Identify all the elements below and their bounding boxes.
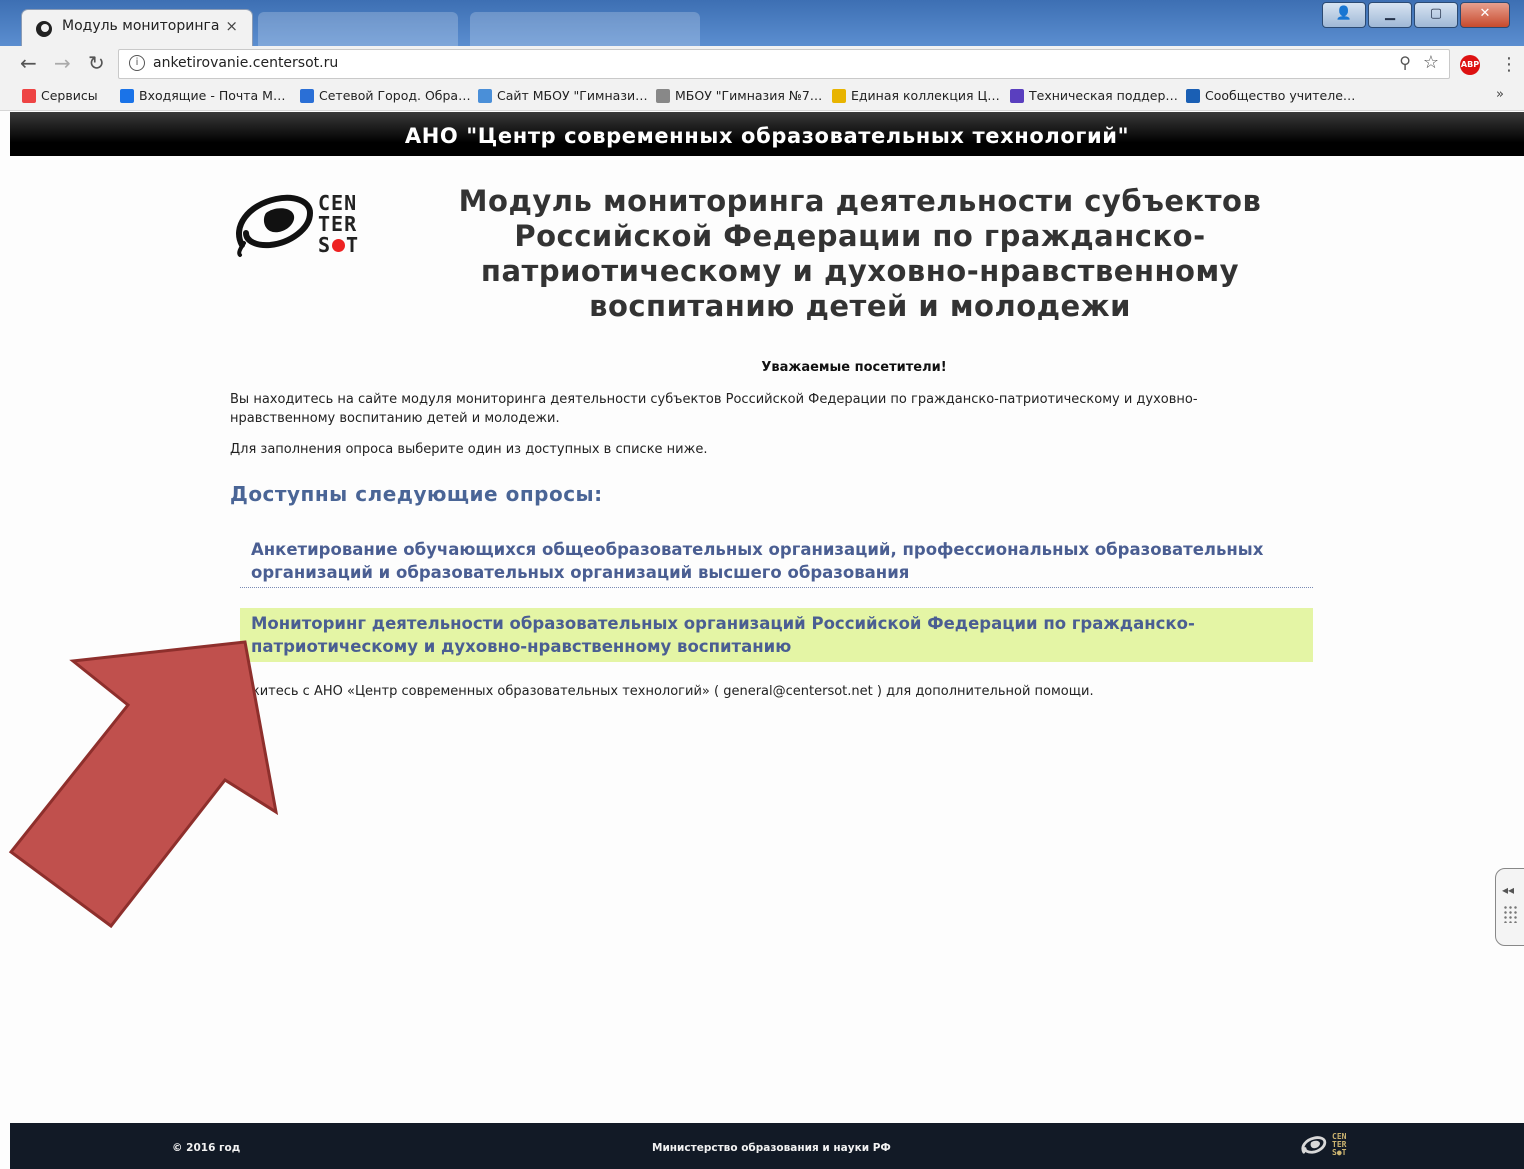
intro-paragraph: Вы находитесь на сайте модуля мониторинг… — [230, 392, 1198, 426]
browser-toolbar: ← → ↻ i anketirovanie.centersot.ru ⚲ ☆ A… — [0, 46, 1524, 82]
footer-logo-line-3: S●T — [1332, 1148, 1347, 1157]
logo-line-1: CEN — [318, 191, 358, 215]
page-title: Модуль мониторинга деятельности субъекто… — [458, 184, 1262, 323]
bookmark-label: Сервисы — [41, 88, 98, 103]
bookmark-item[interactable]: Единая коллекция Ц… — [832, 88, 1000, 103]
site-footer: © 2016 год Министерство образования и на… — [10, 1123, 1524, 1169]
help-text: житесь с АНО «Центр современных образова… — [248, 684, 1094, 699]
site-header: АНО "Центр современных образовательных т… — [10, 112, 1524, 156]
maximize-button[interactable]: ▢ — [1414, 2, 1458, 28]
bookmark-item[interactable]: Входящие - Почта М… — [120, 88, 285, 103]
back-icon[interactable]: ← — [20, 51, 37, 75]
tab-inactive[interactable] — [258, 12, 458, 46]
instruction-paragraph: Для заполнения опроса выберите один из д… — [230, 442, 708, 457]
grip-icon — [1503, 905, 1517, 923]
footer-logo-emblem-icon — [1301, 1136, 1327, 1154]
net-city-icon — [300, 88, 314, 103]
footer-copyright: © 2016 год — [172, 1142, 241, 1154]
logo-letter-s: S — [318, 233, 332, 257]
footer-logo-letter-s: S — [1332, 1148, 1337, 1157]
survey-link-students[interactable]: Анкетирование обучающихся общеобразовате… — [240, 538, 1313, 588]
logo-line-2: TER — [318, 212, 358, 236]
apps-grid-icon — [22, 88, 36, 103]
bookmark-item[interactable]: Сервисы — [22, 88, 98, 103]
tab-favicon-icon — [36, 21, 52, 37]
minimize-button[interactable]: ▁ — [1368, 2, 1412, 28]
tab-title: Модуль мониторинга — [62, 18, 220, 34]
logo-letter-t: T — [346, 233, 360, 257]
logo-red-dot-icon — [332, 239, 346, 252]
surveys-heading: Доступны следующие опросы: — [230, 482, 603, 506]
footer-logo-wordmark: CEN TER S●T — [1332, 1133, 1346, 1157]
centersot-logo: CEN TER ST — [230, 183, 390, 267]
bookmark-label: Единая коллекция Ц… — [851, 88, 1000, 103]
bookmark-label: Техническая поддер… — [1029, 88, 1178, 103]
forward-icon[interactable]: → — [54, 51, 71, 75]
bookmark-item[interactable]: Сайт МБОУ "Гимнази… — [478, 88, 648, 103]
collection-icon — [832, 88, 846, 103]
window-controls: 👤 ▁ ▢ ✕ — [1322, 2, 1510, 28]
reload-icon[interactable]: ↻ — [88, 51, 105, 75]
bookmarks-bar: Сервисы Входящие - Почта М… Сетевой Город.… — [0, 82, 1524, 111]
logo-line-3: ST — [318, 235, 359, 256]
logo-emblem-icon — [236, 194, 314, 257]
footer-ministry: Министерство образования и науки РФ — [652, 1142, 891, 1154]
site-icon — [478, 88, 492, 103]
org-name: АНО "Центр современных образовательных т… — [404, 124, 1130, 148]
bookmark-label: Сообщество учителе… — [1205, 88, 1356, 103]
url-text: anketirovanie.centersot.ru — [153, 55, 339, 71]
bookmark-label: Входящие - Почта М… — [139, 88, 286, 103]
more-bookmarks-button[interactable]: » — [1496, 87, 1504, 102]
greeting-heading: Уважаемые посетители! — [761, 360, 947, 375]
bookmark-item[interactable]: Техническая поддер… — [1010, 88, 1178, 103]
adblock-icon[interactable]: ABP — [1460, 55, 1480, 75]
side-panel-toggle[interactable]: ◂◂ — [1495, 868, 1524, 946]
tab-active[interactable]: Модуль мониторинга × — [22, 10, 252, 46]
zoom-icon[interactable]: ⚲ — [1399, 53, 1411, 72]
bookmark-star-icon[interactable]: ☆ — [1423, 52, 1439, 73]
tab-inactive[interactable] — [470, 12, 700, 46]
footer-logo: CEN TER S●T — [1298, 1133, 1368, 1163]
annotation-arrow-shape — [8, 640, 279, 929]
bookmark-item[interactable]: Сетевой Город. Обра… — [300, 88, 471, 103]
collapse-arrows-icon: ◂◂ — [1502, 883, 1515, 897]
intel-icon — [1186, 88, 1200, 103]
bookmark-item[interactable]: Сообщество учителе… — [1186, 88, 1355, 103]
user-icon[interactable]: 👤 — [1322, 2, 1366, 28]
support-icon — [1010, 88, 1024, 103]
page-icon — [656, 88, 670, 103]
browser-tab-strip: Модуль мониторинга × 👤 ▁ ▢ ✕ — [0, 0, 1524, 46]
footer-logo-letter-t: T — [1341, 1148, 1347, 1157]
mail-icon — [120, 88, 134, 103]
menu-icon[interactable]: ⋮ — [1500, 54, 1518, 75]
address-bar[interactable]: i anketirovanie.centersot.ru ⚲ ☆ — [118, 49, 1450, 79]
close-window-button[interactable]: ✕ — [1460, 2, 1510, 28]
bookmark-label: Сайт МБОУ "Гимнази… — [497, 88, 648, 103]
tab-close-button[interactable]: × — [225, 17, 238, 35]
survey-link-monitoring[interactable]: Мониторинг деятельности образовательных … — [240, 608, 1313, 662]
logo-wordmark: CEN TER ST — [318, 193, 359, 256]
bookmark-label: МБОУ "Гимназия №7… — [675, 88, 823, 103]
bookmark-item[interactable]: МБОУ "Гимназия №7… — [656, 88, 822, 103]
info-icon[interactable]: i — [129, 55, 145, 71]
bookmark-label: Сетевой Город. Обра… — [319, 88, 471, 103]
